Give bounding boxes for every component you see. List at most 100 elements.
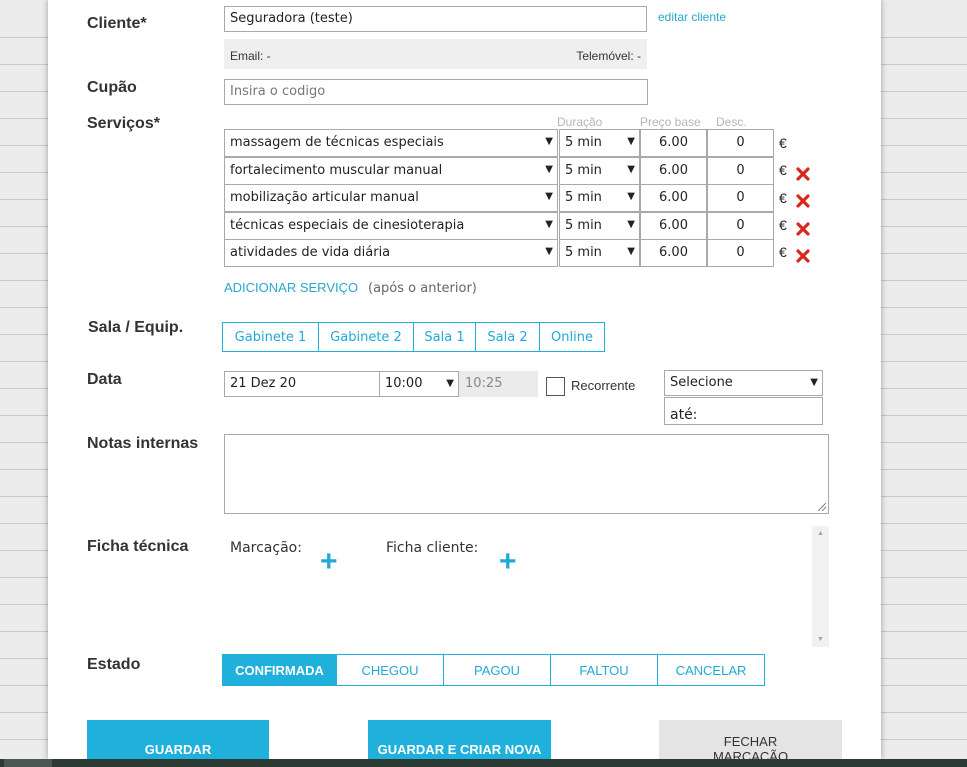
add-client-sheet-icon[interactable]: + [499,547,517,577]
service-select[interactable]: mobilização articular manual ▼ [224,184,558,212]
services-label: Serviços* [87,115,160,132]
currency-symbol: € [779,190,787,206]
recurring-label: Recorrente [571,378,636,393]
save-and-new-button[interactable]: GUARDAR E CRIAR NOVA [368,720,551,759]
client-info-bar: Email: - Telemóvel: - [224,39,647,69]
coupon-label: Cupão [87,79,137,96]
discount-header: Desc. [716,115,747,129]
currency-symbol: € [779,244,787,260]
notes-textarea[interactable] [224,434,829,514]
notes-label: Notas internas [87,435,199,452]
duration-header: Duração [557,115,603,129]
duration-select[interactable]: 5 min ▼ [559,157,640,185]
chevron-down-icon: ▼ [627,246,635,257]
price-input[interactable]: 6.00 [640,212,707,240]
start-time-select[interactable]: 10:00 ▼ [379,371,459,397]
service-name: fortalecimento muscular manual [230,163,443,178]
add-booking-sheet-icon[interactable]: + [320,547,338,577]
tech-sheet-scrollbar[interactable]: ▲ ▼ [812,526,829,647]
delete-service-icon[interactable] [796,167,810,181]
discount-input[interactable]: 0 [707,129,774,157]
until-date-input[interactable]: até: [664,397,823,425]
chevron-down-icon: ▼ [627,191,635,202]
chevron-down-icon: ▼ [545,219,553,230]
scroll-up-icon[interactable]: ▲ [812,530,829,537]
service-name: técnicas especiais de cinesioterapia [230,218,465,233]
resize-grip-icon[interactable] [818,503,826,511]
chevron-down-icon: ▼ [545,246,553,257]
delete-service-icon[interactable] [796,249,810,263]
room-option[interactable]: Sala 1 [414,323,476,351]
room-option[interactable]: Online [540,323,604,351]
duration-select[interactable]: 5 min ▼ [559,212,640,240]
service-select[interactable]: técnicas especiais de cinesioterapia ▼ [224,212,558,240]
chevron-down-icon: ▼ [545,191,553,202]
scroll-down-icon[interactable]: ▼ [812,636,829,643]
client-input[interactable]: Seguradora (teste) [224,6,647,32]
coupon-input[interactable]: Insira o codigo [224,79,648,105]
duration-select[interactable]: 5 min ▼ [559,239,640,267]
room-option[interactable]: Gabinete 2 [319,323,414,351]
price-input[interactable]: 6.00 [640,129,707,157]
chevron-down-icon: ▼ [545,136,553,147]
delete-service-icon[interactable] [796,194,810,208]
service-select[interactable]: atividades de vida diária ▼ [224,239,558,267]
discount-input[interactable]: 0 [707,212,774,240]
status-option-chegou[interactable]: CHEGOU [337,655,444,685]
duration-select[interactable]: 5 min ▼ [559,184,640,212]
booking-sheet-label: Marcação: [230,540,302,556]
duration-value: 5 min [565,190,602,205]
price-input[interactable]: 6.00 [640,239,707,267]
date-label: Data [87,371,122,388]
room-selector: Gabinete 1 Gabinete 2 Sala 1 Sala 2 Onli… [222,322,605,352]
chevron-down-icon: ▼ [627,136,635,147]
delete-service-icon[interactable] [796,222,810,236]
duration-value: 5 min [565,135,602,150]
discount-input[interactable]: 0 [707,157,774,185]
recurring-checkbox[interactable] [546,377,565,396]
appointment-modal: Cliente* Seguradora (teste) editar clien… [48,0,881,759]
start-time-value: 10:00 [385,376,423,391]
currency-symbol: € [779,162,787,178]
chevron-down-icon: ▼ [545,164,553,175]
duration-value: 5 min [565,245,602,260]
price-input[interactable]: 6.00 [640,157,707,185]
status-option-faltou[interactable]: FALTOU [551,655,658,685]
client-phone: Telemóvel: - [576,49,641,63]
base-price-header: Preço base [640,115,701,129]
status-label: Estado [87,656,141,673]
duration-value: 5 min [565,163,602,178]
edit-client-link[interactable]: editar cliente [658,10,726,24]
save-button[interactable]: GUARDAR [87,720,269,759]
add-service-link[interactable]: ADICIONAR SERVIÇO [224,280,358,295]
service-name: massagem de técnicas especiais [230,135,444,150]
service-select[interactable]: massagem de técnicas especiais ▼ [224,129,558,157]
room-option[interactable]: Gabinete 1 [223,323,319,351]
chevron-down-icon: ▼ [627,164,635,175]
chevron-down-icon: ▼ [446,378,454,389]
status-option-cancelar[interactable]: CANCELAR [658,655,764,685]
price-input[interactable]: 6.00 [640,184,707,212]
close-appointment-label: FECHAR MARCAÇÃO [712,734,789,759]
discount-input[interactable]: 0 [707,184,774,212]
end-time-input: 10:25 [459,371,538,397]
service-name: atividades de vida diária [230,245,391,260]
discount-input[interactable]: 0 [707,239,774,267]
chevron-down-icon: ▼ [810,377,818,388]
service-select[interactable]: fortalecimento muscular manual ▼ [224,157,558,185]
date-input[interactable]: 21 Dez 20 [224,371,380,397]
close-appointment-button[interactable]: FECHAR MARCAÇÃO [659,720,842,759]
client-sheet-label: Ficha cliente: [386,540,479,556]
duration-select[interactable]: 5 min ▼ [559,129,640,157]
service-name: mobilização articular manual [230,190,419,205]
tech-sheet-label: Ficha técnica [87,538,189,555]
chevron-down-icon: ▼ [627,219,635,230]
taskbar-item[interactable] [4,759,52,767]
recurrence-select[interactable]: Selecione ▼ [664,370,823,396]
currency-symbol: € [779,135,787,151]
status-option-confirmada[interactable]: CONFIRMADA [223,655,337,685]
status-selector: CONFIRMADA CHEGOU PAGOU FALTOU CANCELAR [222,654,765,686]
taskbar [0,759,967,767]
room-option[interactable]: Sala 2 [476,323,540,351]
status-option-pagou[interactable]: PAGOU [444,655,551,685]
